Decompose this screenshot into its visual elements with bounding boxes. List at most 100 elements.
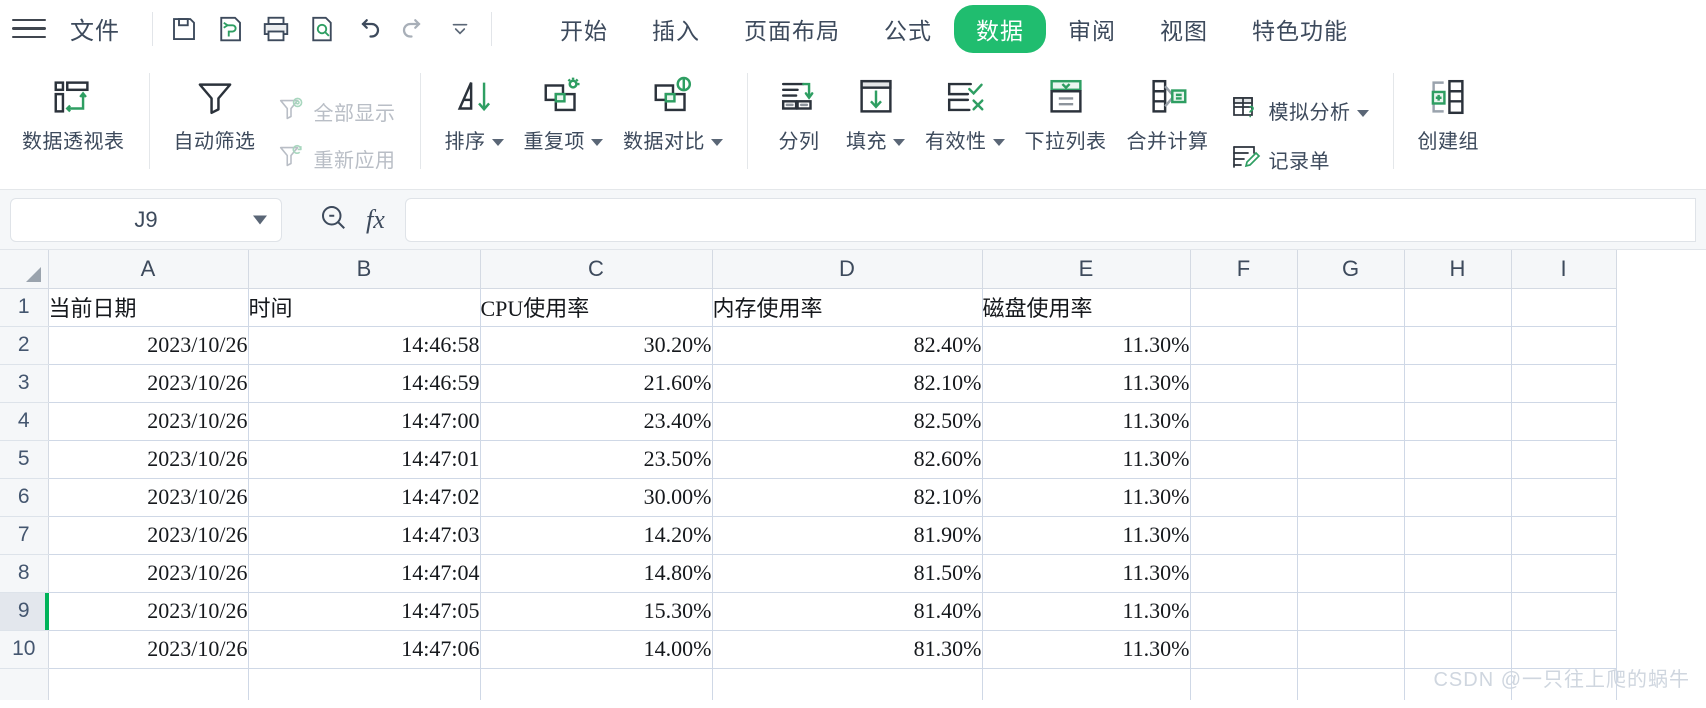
cell-c1[interactable]: CPU使用率 xyxy=(480,288,713,327)
cell-d2[interactable]: 82.40% xyxy=(712,326,983,365)
column-header-e[interactable]: E xyxy=(982,250,1191,289)
cell-f6[interactable] xyxy=(1190,478,1298,517)
cell-i10[interactable] xyxy=(1511,630,1617,669)
cell-g3[interactable] xyxy=(1297,364,1405,403)
cell-f1[interactable] xyxy=(1190,288,1298,327)
cell-b8[interactable]: 14:47:04 xyxy=(248,554,481,593)
cell-h6[interactable] xyxy=(1404,478,1512,517)
tab-view[interactable]: 视图 xyxy=(1138,5,1230,53)
validation-button[interactable]: 有效性 xyxy=(915,67,1015,158)
row-header-6[interactable]: 6 xyxy=(0,478,49,517)
cell-g10[interactable] xyxy=(1297,630,1405,669)
cell-d1[interactable]: 内存使用率 xyxy=(712,288,983,327)
cell-a11[interactable] xyxy=(48,668,249,700)
pivot-table-button[interactable]: 数据透视表 xyxy=(12,67,135,158)
cell-i1[interactable] xyxy=(1511,288,1617,327)
save-as-icon[interactable] xyxy=(209,8,251,50)
cell-i7[interactable] xyxy=(1511,516,1617,555)
cell-e5[interactable]: 11.30% xyxy=(982,440,1191,479)
duplicates-button[interactable]: 重复项 xyxy=(514,67,614,158)
search-function-icon[interactable] xyxy=(318,202,348,237)
save-icon[interactable] xyxy=(163,8,205,50)
cell-b9[interactable]: 14:47:05 xyxy=(248,592,481,631)
cell-f7[interactable] xyxy=(1190,516,1298,555)
cell-g1[interactable] xyxy=(1297,288,1405,327)
cell-h11[interactable] xyxy=(1404,668,1512,700)
row-header-3[interactable]: 3 xyxy=(0,364,49,403)
cell-b3[interactable]: 14:46:59 xyxy=(248,364,481,403)
cell-h1[interactable] xyxy=(1404,288,1512,327)
cell-g4[interactable] xyxy=(1297,402,1405,441)
fill-button[interactable]: 填充 xyxy=(836,67,915,158)
cell-e11[interactable] xyxy=(982,668,1191,700)
what-if-analysis-button[interactable]: 模拟分析 xyxy=(1223,90,1375,131)
cell-i11[interactable] xyxy=(1511,668,1617,700)
column-header-h[interactable]: H xyxy=(1404,250,1512,289)
row-header-1[interactable]: 1 xyxy=(0,288,49,327)
cell-e10[interactable]: 11.30% xyxy=(982,630,1191,669)
cell-d10[interactable]: 81.30% xyxy=(712,630,983,669)
undo-icon[interactable] xyxy=(347,8,389,50)
column-header-a[interactable]: A xyxy=(48,250,249,289)
cell-d6[interactable]: 82.10% xyxy=(712,478,983,517)
record-form-button[interactable]: 记录单 xyxy=(1223,139,1375,180)
cell-d3[interactable]: 82.10% xyxy=(712,364,983,403)
name-box[interactable]: J9 xyxy=(10,197,282,242)
function-insert-button[interactable]: fx xyxy=(366,205,385,235)
cell-a5[interactable]: 2023/10/26 xyxy=(48,440,249,479)
cell-e8[interactable]: 11.30% xyxy=(982,554,1191,593)
row-header-7[interactable]: 7 xyxy=(0,516,49,555)
column-header-d[interactable]: D xyxy=(712,250,983,289)
cell-i8[interactable] xyxy=(1511,554,1617,593)
cell-g9[interactable] xyxy=(1297,592,1405,631)
row-header-10[interactable]: 10 xyxy=(0,630,49,669)
cell-g7[interactable] xyxy=(1297,516,1405,555)
cell-a4[interactable]: 2023/10/26 xyxy=(48,402,249,441)
cell-c5[interactable]: 23.50% xyxy=(480,440,713,479)
cell-e7[interactable]: 11.30% xyxy=(982,516,1191,555)
cell-b10[interactable]: 14:47:06 xyxy=(248,630,481,669)
cell-i4[interactable] xyxy=(1511,402,1617,441)
cell-h10[interactable] xyxy=(1404,630,1512,669)
cell-a6[interactable]: 2023/10/26 xyxy=(48,478,249,517)
cell-f2[interactable] xyxy=(1190,326,1298,365)
cell-d8[interactable]: 81.50% xyxy=(712,554,983,593)
cell-f4[interactable] xyxy=(1190,402,1298,441)
cell-i5[interactable] xyxy=(1511,440,1617,479)
cell-d4[interactable]: 82.50% xyxy=(712,402,983,441)
cell-a2[interactable]: 2023/10/26 xyxy=(48,326,249,365)
cell-e2[interactable]: 11.30% xyxy=(982,326,1191,365)
row-header-5[interactable]: 5 xyxy=(0,440,49,479)
create-group-button[interactable]: 创建组 xyxy=(1408,67,1490,158)
cell-h8[interactable] xyxy=(1404,554,1512,593)
cell-h9[interactable] xyxy=(1404,592,1512,631)
file-menu-button[interactable]: 文件 xyxy=(70,11,120,46)
split-column-button[interactable]: 分列 xyxy=(762,67,836,158)
tab-insert[interactable]: 插入 xyxy=(630,5,722,53)
row-header-2[interactable]: 2 xyxy=(0,326,49,365)
formula-input[interactable] xyxy=(404,197,1696,242)
cell-a10[interactable]: 2023/10/26 xyxy=(48,630,249,669)
cell-g11[interactable] xyxy=(1297,668,1405,700)
cell-a3[interactable]: 2023/10/26 xyxy=(48,364,249,403)
dropdown-list-button[interactable]: 下拉列表 xyxy=(1015,67,1117,158)
row-header-8[interactable]: 8 xyxy=(0,554,49,593)
cell-i3[interactable] xyxy=(1511,364,1617,403)
cell-d7[interactable]: 81.90% xyxy=(712,516,983,555)
cell-c6[interactable]: 30.00% xyxy=(480,478,713,517)
tab-formulas[interactable]: 公式 xyxy=(862,5,954,53)
cell-c8[interactable]: 14.80% xyxy=(480,554,713,593)
cell-a9[interactable]: 2023/10/26 xyxy=(48,592,249,631)
hamburger-menu-icon[interactable] xyxy=(12,16,46,42)
cell-i9[interactable] xyxy=(1511,592,1617,631)
cell-e1[interactable]: 磁盘使用率 xyxy=(982,288,1191,327)
consolidate-button[interactable]: 合并计算 xyxy=(1117,67,1219,158)
cell-b1[interactable]: 时间 xyxy=(248,288,481,327)
cell-e3[interactable]: 11.30% xyxy=(982,364,1191,403)
print-icon[interactable] xyxy=(255,8,297,50)
print-preview-icon[interactable] xyxy=(301,8,343,50)
cell-f9[interactable] xyxy=(1190,592,1298,631)
cell-c11[interactable] xyxy=(480,668,713,700)
cell-h4[interactable] xyxy=(1404,402,1512,441)
cell-c4[interactable]: 23.40% xyxy=(480,402,713,441)
